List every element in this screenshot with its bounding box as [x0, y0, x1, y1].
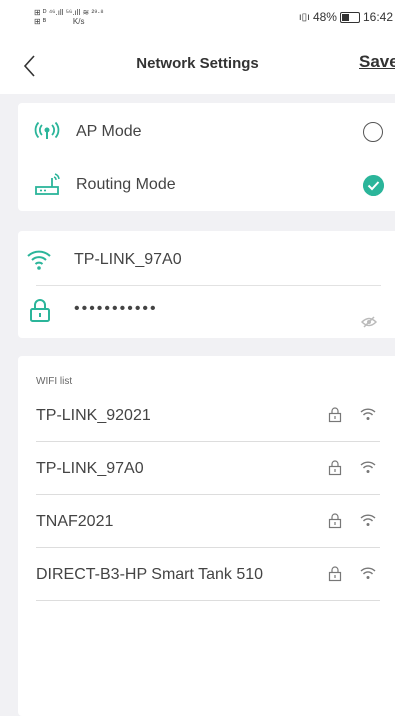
- ssid-value: TP-LINK_97A0: [74, 251, 182, 268]
- ap-mode-label: AP Mode: [76, 123, 142, 140]
- wifi-icon: [27, 250, 51, 270]
- lock-icon: [328, 566, 342, 582]
- wifi-network-name: TP-LINK_92021: [36, 407, 151, 424]
- wifi-list-item[interactable]: TP-LINK_92021: [18, 389, 395, 442]
- routing-mode-row[interactable]: Routing Mode: [18, 158, 395, 214]
- mode-card: AP Mode Routing Mode: [18, 103, 395, 211]
- lock-icon: [328, 460, 342, 476]
- wifi-network-name: TNAF2021: [36, 513, 114, 530]
- page-title: Network Settings: [136, 55, 259, 72]
- wifi-signal-icon: [360, 514, 376, 526]
- clock: 16:42: [362, 10, 393, 24]
- antenna-icon: [34, 121, 60, 139]
- divider: [36, 600, 380, 601]
- wifi-list-card: WIFI list TP-LINK_92021 TP-LINK_97A0 TNA…: [18, 356, 395, 716]
- ap-mode-radio[interactable]: [363, 122, 383, 142]
- status-bar-right: ı▯ı 48% 16:42: [299, 10, 393, 24]
- battery-percent: 48%: [312, 10, 337, 24]
- wifi-list-item[interactable]: DIRECT-B3-HP Smart Tank 510: [18, 548, 395, 601]
- ssid-row[interactable]: TP-LINK_97A0: [18, 233, 395, 289]
- password-field[interactable]: •••••••••••: [74, 300, 158, 318]
- status-bar: ⊞ ᴰ ⁴⁶.ıll ⁵⁶.ıll ≋ ²⁹·⁸ ⊞ ᴮ K/s ı▯ı 48%…: [0, 0, 395, 36]
- password-row[interactable]: •••••••••••: [18, 286, 395, 342]
- wifi-list-item[interactable]: TNAF2021: [18, 495, 395, 548]
- status-bar-indicators: ⊞ ᴰ ⁴⁶.ıll ⁵⁶.ıll ≋ ²⁹·⁸ ⊞ ᴮ K/s: [34, 8, 104, 26]
- router-icon: [35, 173, 60, 195]
- routing-mode-checked-icon[interactable]: [363, 175, 384, 196]
- eye-off-icon[interactable]: [361, 316, 377, 328]
- battery-icon: [339, 11, 360, 23]
- wifi-signal-icon: [360, 408, 376, 420]
- credentials-card: TP-LINK_97A0 •••••••••••: [18, 231, 395, 338]
- ap-mode-row[interactable]: AP Mode: [18, 105, 395, 161]
- routing-mode-label: Routing Mode: [76, 176, 176, 193]
- wifi-list-label: WIFI list: [36, 376, 73, 387]
- header: Network Settings Save: [0, 36, 395, 94]
- lock-icon: [328, 407, 342, 423]
- vibrate-icon: ı▯ı: [298, 11, 310, 23]
- wifi-network-name: DIRECT-B3-HP Smart Tank 510: [36, 566, 264, 583]
- lock-icon: [30, 299, 50, 322]
- wifi-network-name: TP-LINK_97A0: [36, 460, 144, 477]
- wifi-list-item[interactable]: TP-LINK_97A0: [18, 442, 395, 495]
- wifi-signal-icon: [360, 461, 376, 473]
- wifi-signal-icon: [360, 567, 376, 579]
- save-button[interactable]: Save: [359, 52, 395, 72]
- lock-icon: [328, 513, 342, 529]
